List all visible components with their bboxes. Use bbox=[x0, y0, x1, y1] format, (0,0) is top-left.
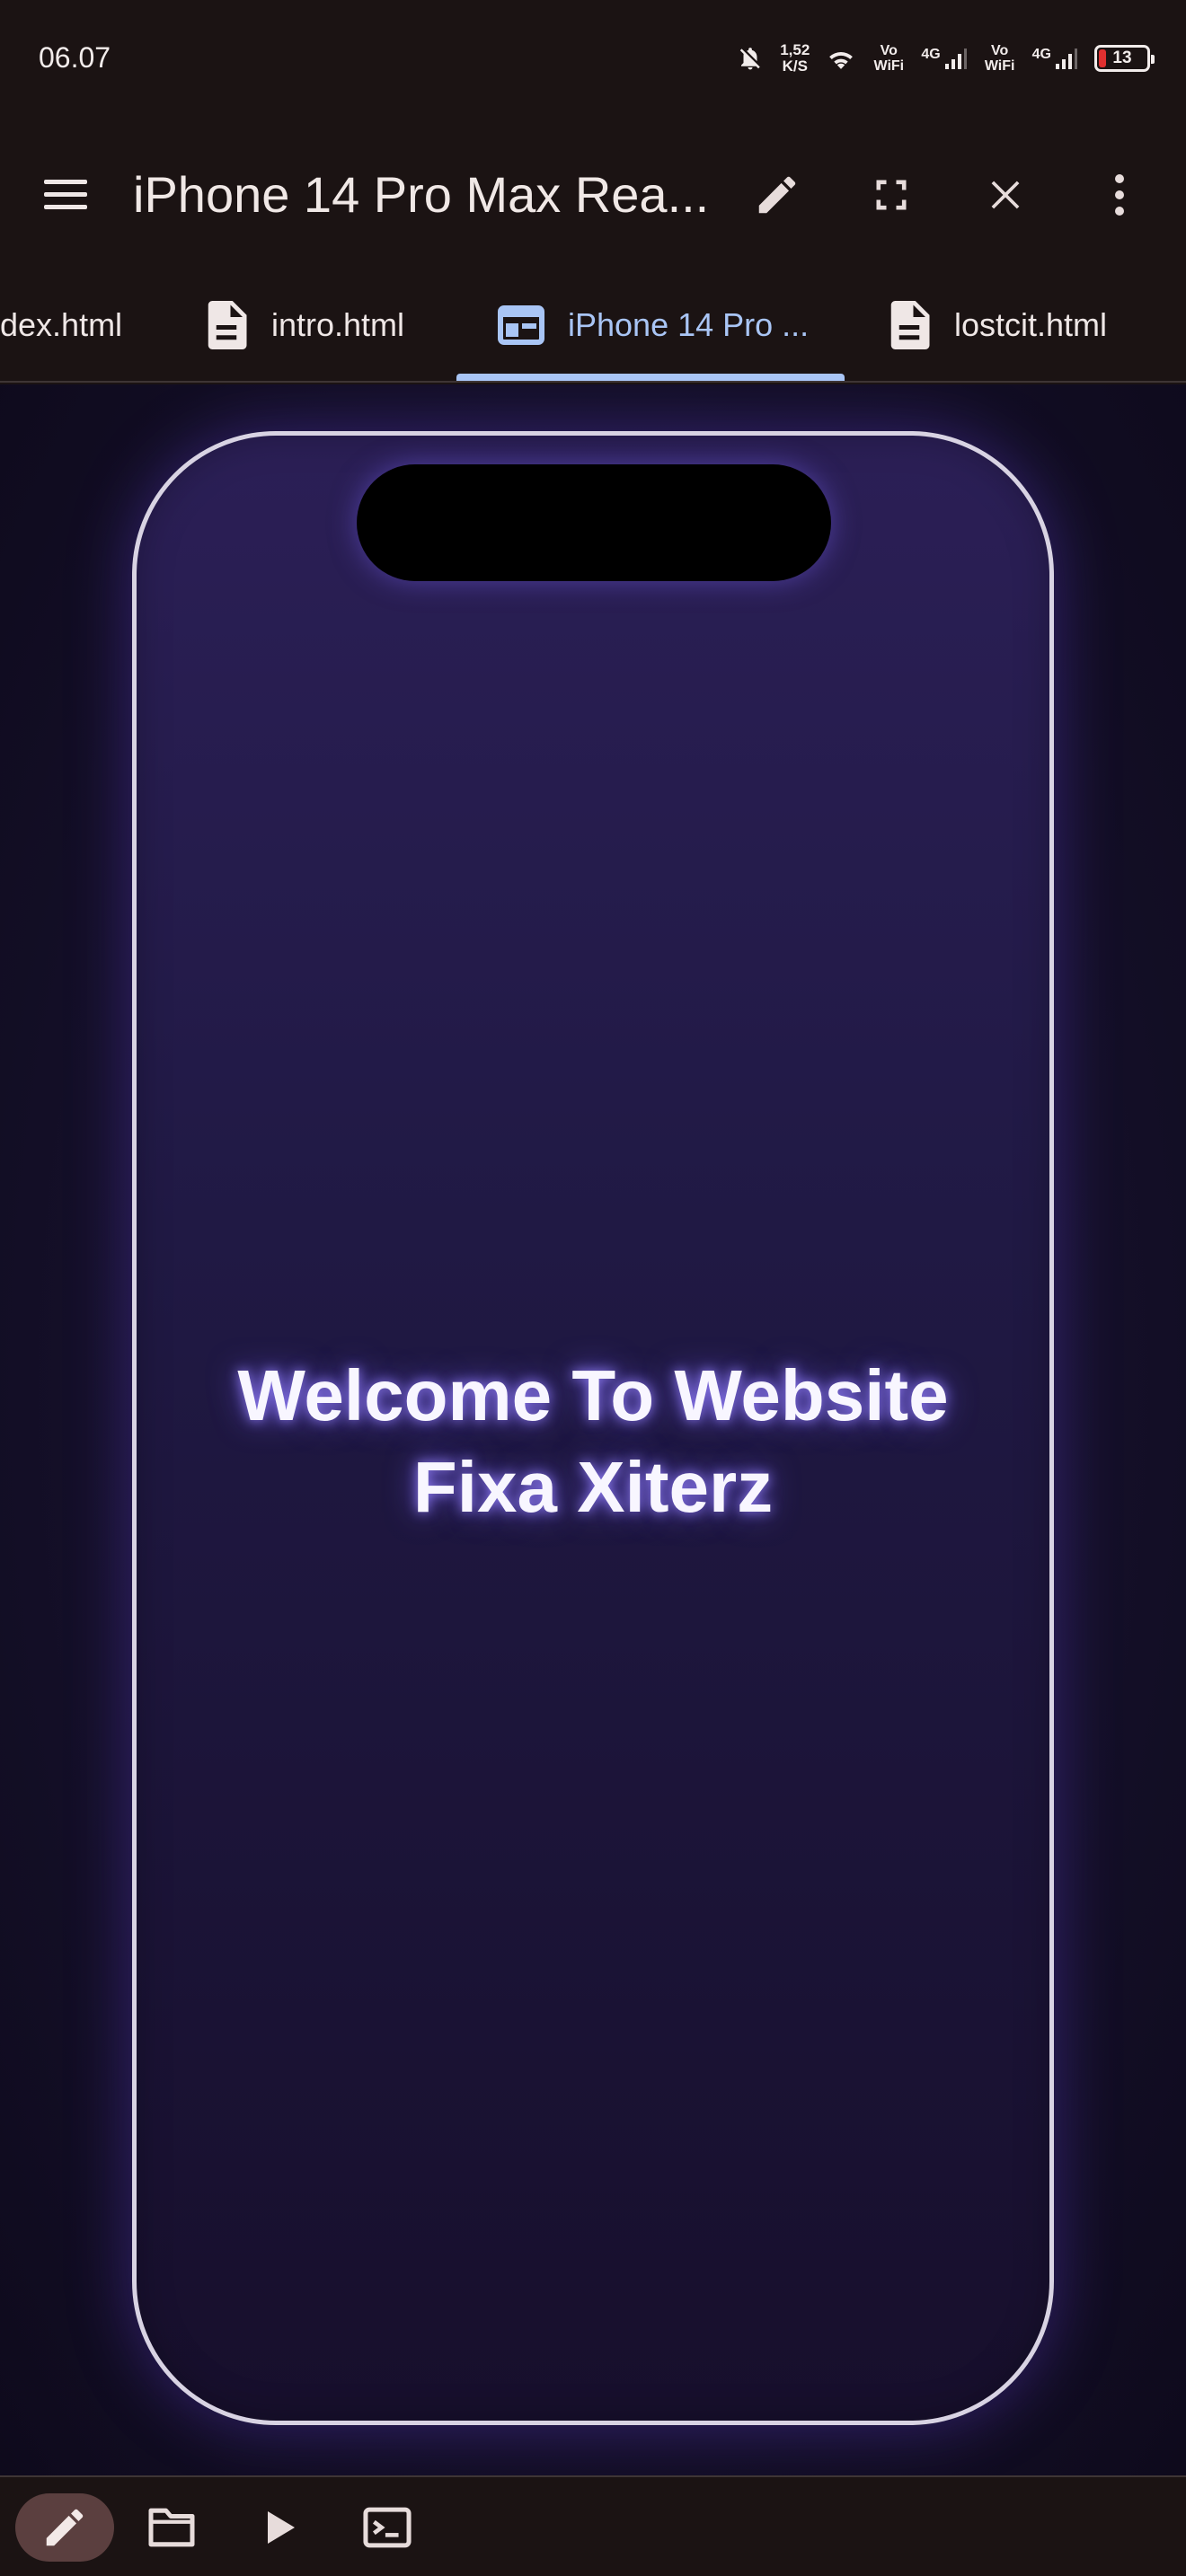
battery-icon: 13 bbox=[1094, 45, 1155, 72]
edit-button[interactable] bbox=[748, 165, 807, 225]
menu-icon bbox=[44, 180, 87, 209]
network-speed: 1,52 K/S bbox=[780, 42, 810, 75]
network-type-1: 4G bbox=[921, 47, 941, 62]
status-bar: 06.07 1,52 K/S Vo WiFi 4G Vo WiFi 4G 13 bbox=[0, 0, 1186, 117]
web-preview[interactable]: Welcome To Website Fixa Xiterz bbox=[0, 384, 1186, 2475]
network-type-2: 4G bbox=[1031, 47, 1051, 62]
document-icon bbox=[890, 301, 930, 349]
document-icon bbox=[208, 301, 247, 349]
phone-frame: Welcome To Website Fixa Xiterz bbox=[132, 431, 1054, 2425]
terminal-button[interactable] bbox=[358, 2493, 417, 2562]
notifications-off-icon bbox=[739, 48, 760, 70]
files-button[interactable] bbox=[142, 2493, 201, 2562]
fullscreen-button[interactable] bbox=[862, 165, 921, 225]
edit-icon bbox=[758, 176, 796, 214]
app-bar: iPhone 14 Pro Max Rea... bbox=[0, 117, 1186, 269]
welcome-line-1: Welcome To Website bbox=[237, 1355, 949, 1435]
fullscreen-icon bbox=[876, 180, 907, 210]
welcome-heading: Welcome To Website Fixa Xiterz bbox=[137, 1350, 1049, 1533]
dynamic-island bbox=[357, 464, 831, 581]
file-title: iPhone 14 Pro Max Rea... bbox=[133, 166, 710, 223]
status-icons: 1,52 K/S Vo WiFi 4G Vo WiFi 4G 13 bbox=[737, 38, 1155, 79]
file-tabs: dex.html intro.html iPhone 14 Pro ... lo… bbox=[0, 269, 1186, 383]
menu-button[interactable] bbox=[38, 167, 93, 223]
tab-label: dex.html bbox=[0, 306, 123, 343]
wifi-icon bbox=[829, 52, 854, 69]
network-speed-value: 1,52 bbox=[780, 41, 810, 58]
network-speed-unit: K/S bbox=[782, 57, 808, 75]
terminal-icon bbox=[363, 2507, 412, 2548]
active-tab-indicator bbox=[456, 374, 845, 381]
more-vert-icon bbox=[1115, 174, 1124, 216]
vowifi-label-1: Vo WiFi bbox=[873, 43, 905, 74]
signal-1: 4G bbox=[921, 47, 967, 70]
tab-iphone-preview[interactable]: iPhone 14 Pro ... bbox=[498, 269, 809, 381]
tab-label: iPhone 14 Pro ... bbox=[568, 306, 810, 343]
play-icon bbox=[268, 2511, 295, 2544]
signal-icon bbox=[1056, 49, 1077, 69]
edit-icon bbox=[46, 2509, 84, 2546]
run-button[interactable] bbox=[254, 2493, 308, 2562]
close-icon bbox=[991, 181, 1020, 209]
editor-button[interactable] bbox=[15, 2493, 114, 2562]
web-preview-icon bbox=[498, 305, 544, 345]
status-time: 06.07 bbox=[39, 41, 111, 74]
more-options-button[interactable] bbox=[1090, 165, 1149, 225]
bottom-toolbar bbox=[0, 2475, 1186, 2576]
folder-icon bbox=[148, 2508, 195, 2547]
tab-index[interactable]: dex.html bbox=[0, 269, 122, 381]
signal-2: 4G bbox=[1032, 47, 1078, 70]
signal-icon bbox=[944, 49, 967, 69]
tab-intro[interactable]: intro.html bbox=[205, 269, 404, 381]
tab-label: lostcit.html bbox=[954, 306, 1108, 343]
tab-lostcit[interactable]: lostcit.html bbox=[888, 269, 1107, 381]
tab-label: intro.html bbox=[271, 306, 405, 343]
vowifi-label-2: Vo WiFi bbox=[984, 43, 1015, 74]
welcome-line-2: Fixa Xiterz bbox=[412, 1447, 774, 1527]
battery-level: 13 bbox=[1112, 49, 1132, 67]
close-button[interactable] bbox=[976, 165, 1035, 225]
